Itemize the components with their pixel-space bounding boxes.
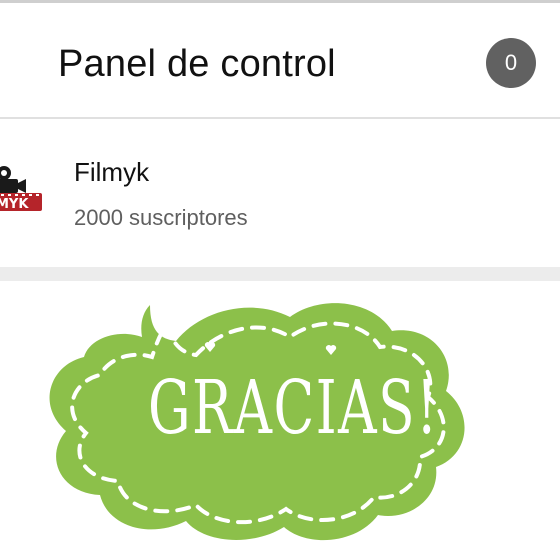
gracias-text: GRACIAS! — [148, 365, 439, 451]
channel-row[interactable]: MYK Filmyk 2000 suscriptores — [0, 119, 560, 267]
gracias-sticker-area: GRACIAS! — [0, 281, 560, 560]
section-divider — [0, 267, 560, 281]
dashboard-header: Panel de control 0 — [0, 3, 560, 117]
notification-count-badge[interactable]: 0 — [486, 38, 536, 88]
logo-text: MYK — [0, 197, 29, 212]
subscriber-count: 2000 suscriptores — [74, 205, 248, 230]
channel-logo: MYK — [0, 163, 46, 219]
channel-name[interactable]: Filmyk — [74, 157, 149, 188]
page-title: Panel de control — [58, 43, 336, 85]
film-camera-logo-icon: MYK — [0, 166, 42, 212]
